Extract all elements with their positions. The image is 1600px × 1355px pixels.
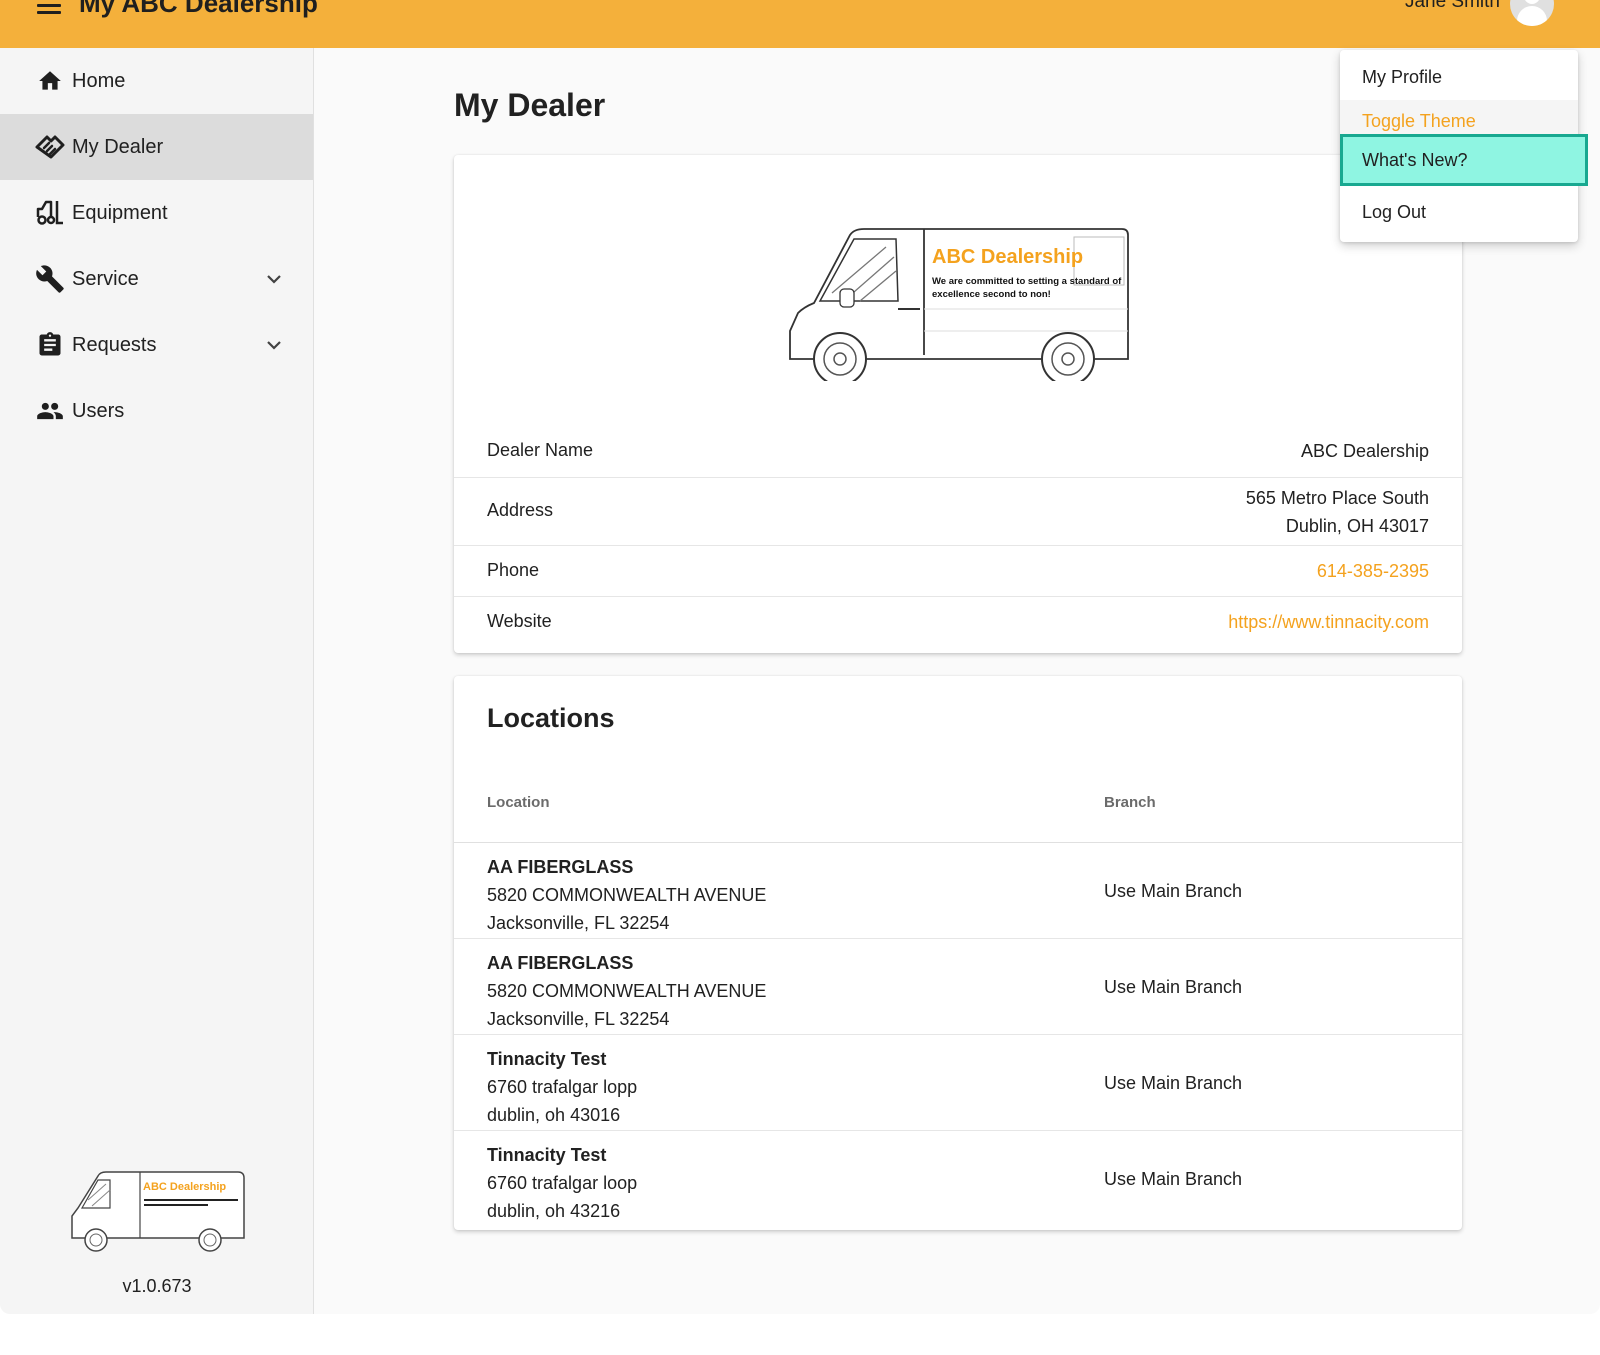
menu-item-my-profile[interactable]: My Profile: [1340, 54, 1578, 100]
users-icon: [35, 396, 65, 426]
website-row: Website https://www.tinnacity.com: [454, 596, 1462, 653]
wrench-icon: [35, 264, 65, 294]
menu-item-log-out[interactable]: Log Out: [1340, 190, 1578, 236]
dealer-logo-tagline-2: excellence second to non!: [932, 289, 1051, 300]
branch-cell: Use Main Branch: [1104, 1073, 1243, 1093]
column-header-location[interactable]: Location: [487, 794, 550, 811]
branch-cell: Use Main Branch: [1104, 1169, 1243, 1189]
location-cell: AA FIBERGLASS 5820 COMMONWEALTH AVENUE J…: [487, 853, 766, 937]
sidebar-item-label: My Dealer: [72, 135, 164, 158]
table-row[interactable]: AA FIBERGLASS 5820 COMMONWEALTH AVENUE J…: [454, 939, 1462, 1035]
menu-item-label: My Profile: [1362, 67, 1443, 87]
address-row: Address 565 Metro Place South Dublin, OH…: [454, 477, 1462, 545]
dealer-logo-tagline-1: We are committed to setting a standard o…: [932, 276, 1122, 287]
phone-link[interactable]: 614-385-2395: [1317, 557, 1429, 585]
table-row[interactable]: Tinnacity Test 6760 trafalgar lopp dubli…: [454, 1035, 1462, 1131]
location-city: Jacksonville, FL 32254: [487, 913, 670, 933]
avatar[interactable]: [1510, 0, 1554, 26]
table-row[interactable]: AA FIBERGLASS 5820 COMMONWEALTH AVENUE J…: [454, 843, 1462, 939]
sidebar-item-my-dealer[interactable]: My Dealer: [0, 114, 313, 180]
location-name: AA FIBERGLASS: [487, 857, 634, 877]
home-icon: [35, 66, 65, 96]
location-cell: AA FIBERGLASS 5820 COMMONWEALTH AVENUE J…: [487, 949, 766, 1033]
address-value: 565 Metro Place South Dublin, OH 43017: [1246, 484, 1429, 540]
table-row[interactable]: Tinnacity Test 6760 trafalgar loop dubli…: [454, 1131, 1462, 1227]
chevron-down-icon[interactable]: [262, 267, 286, 291]
avatar-head: [1524, 0, 1540, 4]
info-label: Phone: [487, 560, 540, 580]
menu-item-whats-new[interactable]: What's New?: [1340, 134, 1588, 186]
locations-heading: Locations: [487, 703, 615, 733]
sidebar-item-label: Service: [72, 267, 139, 290]
info-label: Dealer Name: [487, 440, 594, 460]
location-street: 6760 trafalgar loop: [487, 1173, 638, 1193]
location-name: Tinnacity Test: [487, 1049, 607, 1069]
location-city: dublin, oh 43016: [487, 1105, 621, 1125]
location-city: Jacksonville, FL 32254: [487, 1009, 670, 1029]
user-name[interactable]: Jane Smith: [1405, 0, 1500, 13]
location-cell: Tinnacity Test 6760 trafalgar loop dubli…: [487, 1141, 637, 1225]
menu-icon[interactable]: [34, 0, 64, 18]
menu-item-label: Toggle Theme: [1362, 111, 1476, 131]
dealer-name-row: Dealer Name ABC Dealership: [454, 427, 1462, 477]
avatar-body: [1517, 6, 1547, 26]
app-bar: My ABC Dealership Jane Smith: [0, 0, 1600, 48]
dealer-name-value: ABC Dealership: [1300, 441, 1429, 461]
app-window: My ABC Dealership Jane Smith Home My Dea…: [0, 0, 1600, 1314]
dealer-van-logo: ABC Dealership We are committed to setti…: [789, 228, 1129, 381]
website-link[interactable]: https://www.tinnacity.com: [1228, 608, 1429, 636]
logo-text: ABC Dealership: [143, 1181, 226, 1193]
locations-table-body: AA FIBERGLASS 5820 COMMONWEALTH AVENUE J…: [454, 843, 1462, 1230]
sidebar-item-label: Requests: [72, 333, 157, 356]
sidebar: Home My Dealer Equipment Service Request…: [0, 48, 314, 1314]
sidebar-item-label: Users: [72, 399, 125, 422]
location-name: AA FIBERGLASS: [487, 953, 634, 973]
user-menu: My Profile Toggle Theme What's New? Log …: [1340, 50, 1588, 242]
forklift-icon: [35, 198, 65, 228]
dealer-logo: ABC Dealership: [71, 1171, 245, 1252]
sidebar-item-home[interactable]: Home: [0, 48, 313, 114]
branch-cell: Use Main Branch: [1104, 881, 1243, 901]
dealer-logo-text: ABC Dealership: [932, 246, 1083, 268]
location-street: 5820 COMMONWEALTH AVENUE: [487, 885, 767, 905]
info-label: Address: [487, 500, 554, 520]
sidebar-item-label: Equipment: [72, 201, 168, 224]
menu-item-label: Log Out: [1362, 202, 1427, 222]
dealer-card: ABC Dealership We are committed to setti…: [454, 155, 1462, 653]
phone-row: Phone 614-385-2395: [454, 545, 1462, 596]
chevron-down-icon[interactable]: [262, 333, 286, 357]
branch-cell: Use Main Branch: [1104, 977, 1243, 997]
menu-item-label: What's New?: [1362, 150, 1468, 170]
location-city: dublin, oh 43216: [487, 1201, 621, 1221]
page-title: My Dealer: [454, 87, 606, 123]
handshake-icon: [35, 132, 65, 162]
sidebar-item-users[interactable]: Users: [0, 378, 313, 444]
locations-card: Locations Location Branch AA FIBERGLASS …: [454, 676, 1462, 1230]
sidebar-item-label: Home: [72, 69, 126, 92]
address-line-1: 565 Metro Place South: [1245, 488, 1429, 508]
app-version: v1.0.673: [122, 1276, 192, 1296]
sidebar-item-requests[interactable]: Requests: [0, 312, 313, 378]
column-header-branch[interactable]: Branch: [1104, 794, 1156, 811]
location-street: 6760 trafalgar lopp: [487, 1077, 638, 1097]
location-cell: Tinnacity Test 6760 trafalgar lopp dubli…: [487, 1045, 637, 1129]
app-title: My ABC Dealership: [79, 0, 318, 18]
sidebar-item-service[interactable]: Service: [0, 246, 313, 312]
sidebar-item-equipment[interactable]: Equipment: [0, 180, 313, 246]
info-label: Website: [487, 611, 552, 631]
location-name: Tinnacity Test: [487, 1145, 607, 1165]
clipboard-icon: [35, 330, 65, 360]
location-street: 5820 COMMONWEALTH AVENUE: [487, 981, 767, 1001]
address-line-2: Dublin, OH 43017: [1285, 516, 1429, 536]
